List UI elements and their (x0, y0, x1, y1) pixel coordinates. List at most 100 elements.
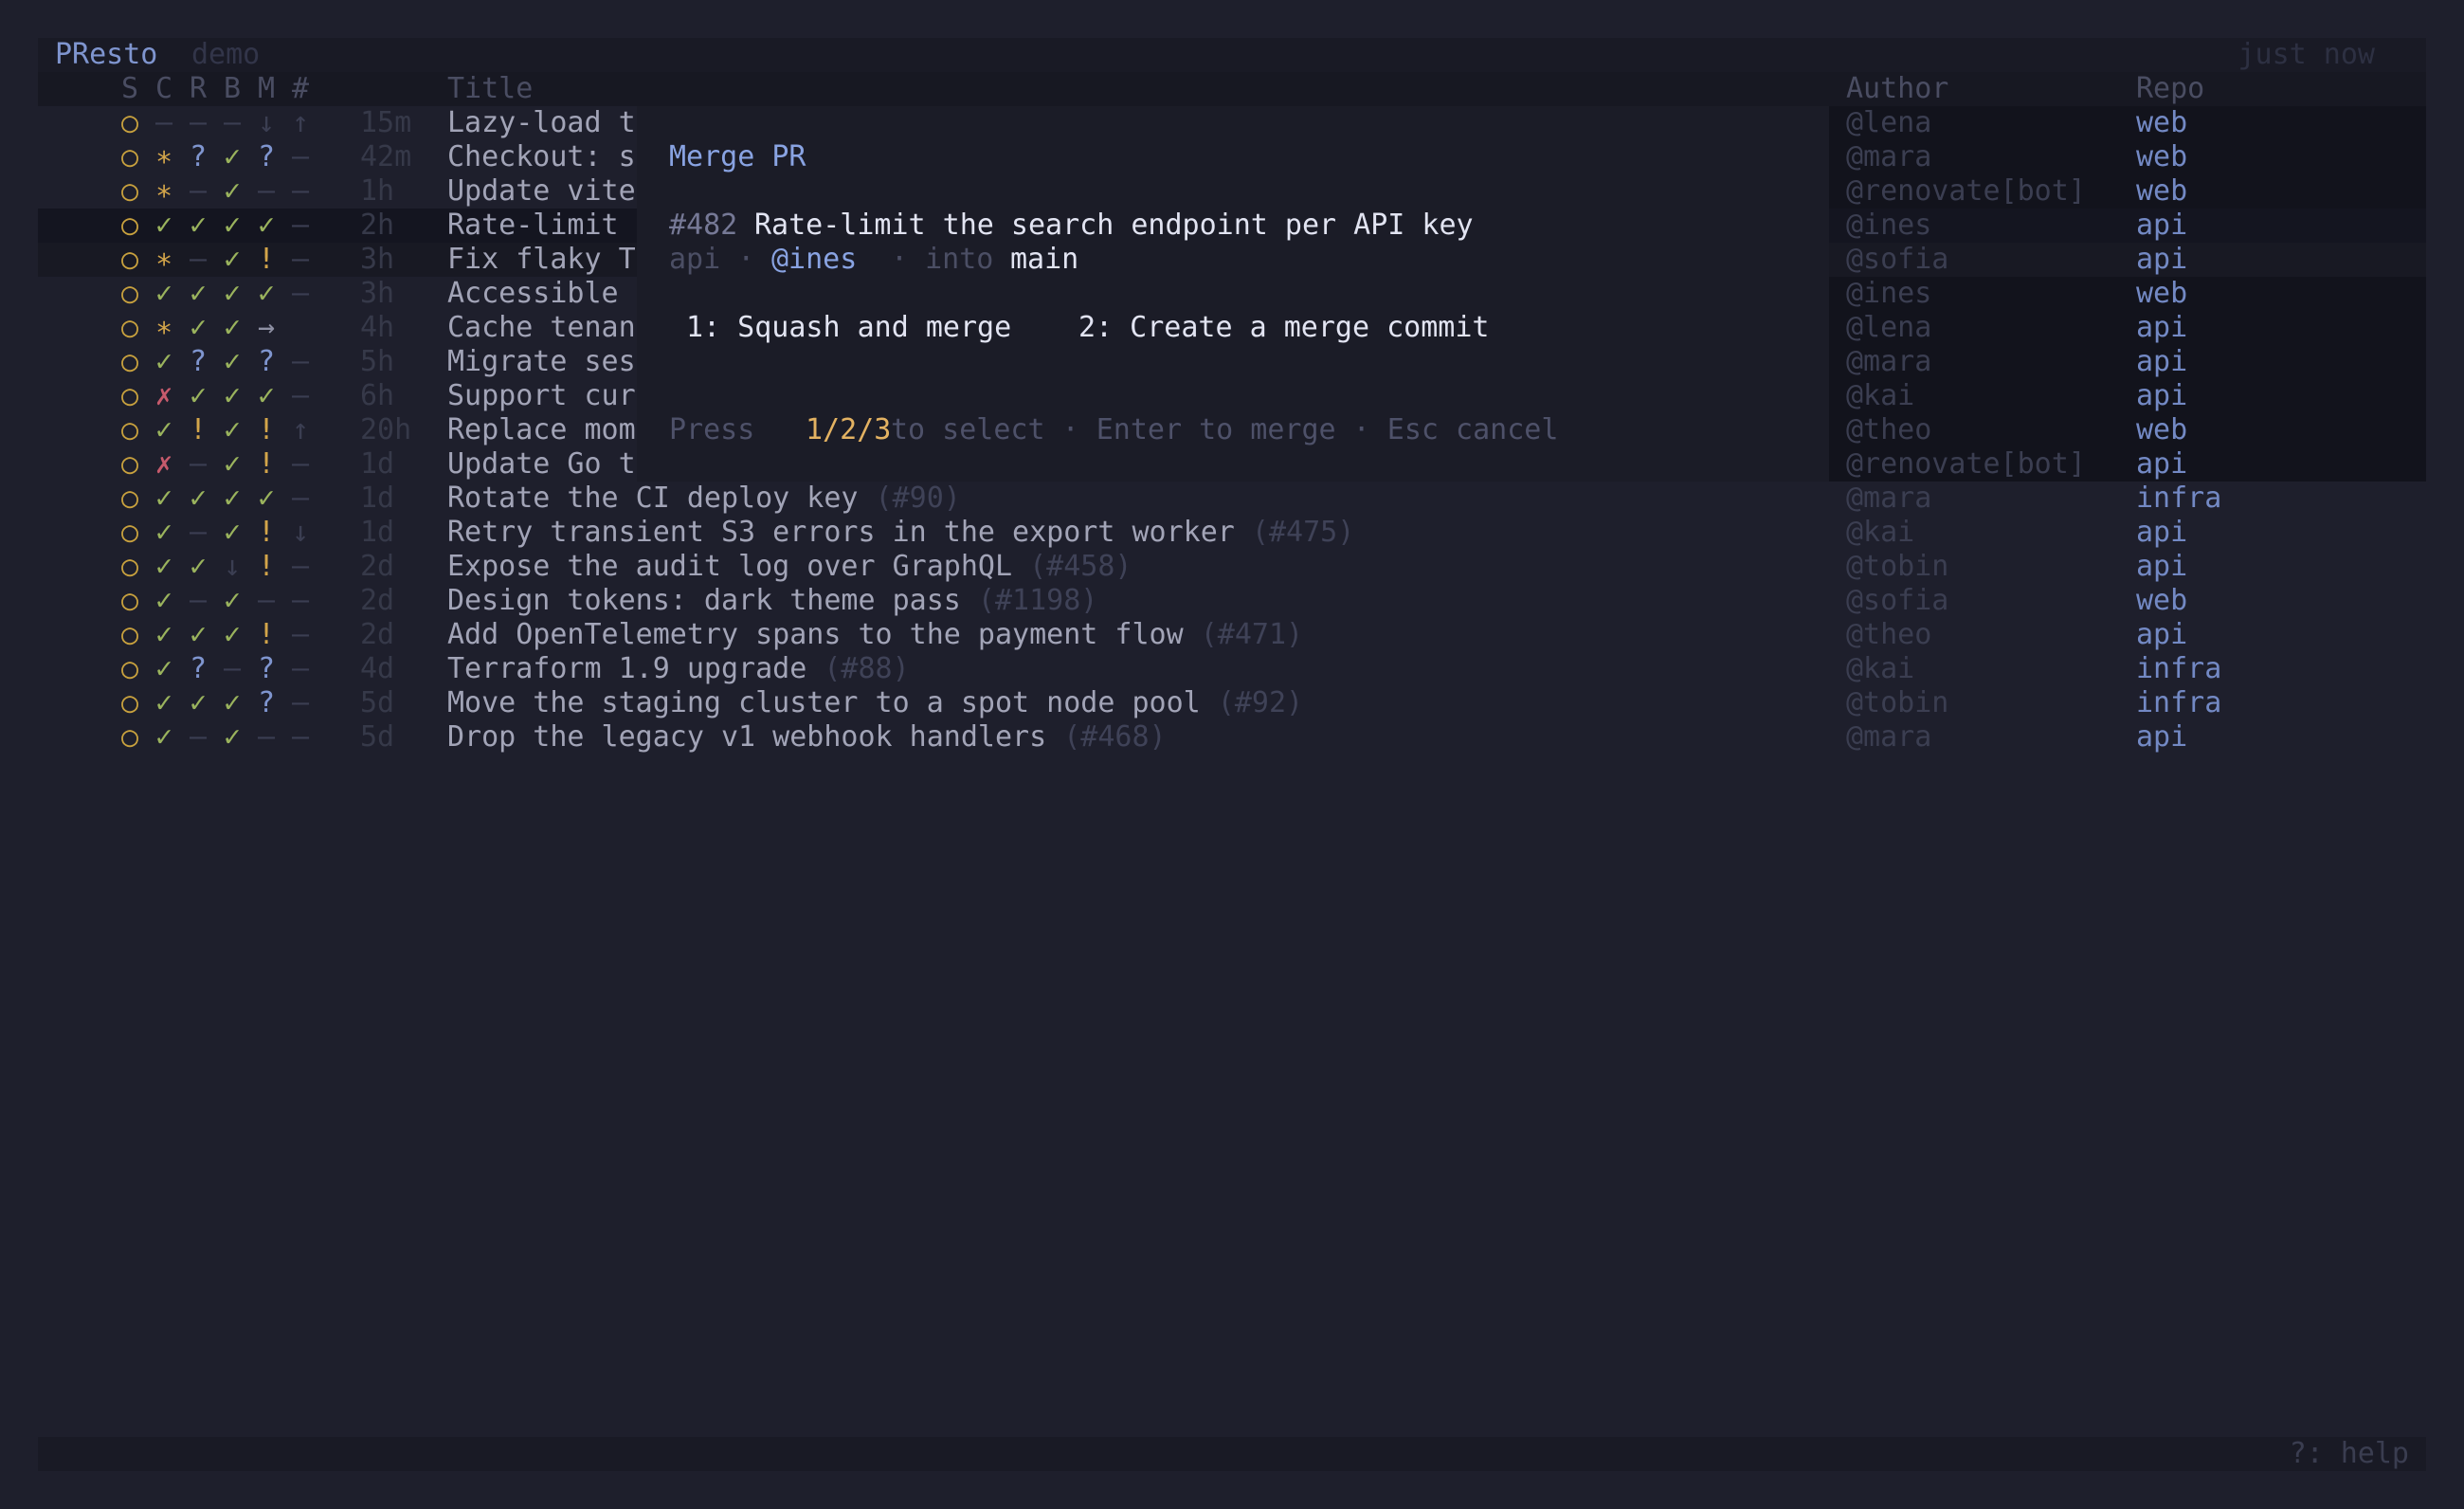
top-bar: PResto demo just now (38, 38, 2426, 72)
col-status[interactable]: S (121, 72, 138, 106)
pr-number-text: (#90) (875, 482, 961, 515)
age-text: 4d (360, 652, 395, 685)
review-status-icon: ? (190, 345, 208, 378)
pr-title-cell: Cache tenan (447, 311, 636, 345)
review-status-icon: ! (190, 413, 208, 446)
pr-title-cell: Lazy-load t (447, 106, 636, 140)
branch-status-icon: ✓ (224, 174, 242, 208)
table-header: S C R B M # Title Author Repo (38, 72, 2426, 106)
priority-icon: ↑ (292, 106, 310, 139)
mergeable-status-icon: ✓ (258, 277, 276, 310)
table-row[interactable]: ○ ✓ – ✓ – –2d Design tokens: dark theme pass (… (38, 584, 2426, 618)
col-title[interactable]: Title (447, 72, 533, 106)
merge-dialog[interactable]: Merge PR #482 Rate-limit the search endp… (637, 106, 1829, 482)
pr-title-cell: Drop the legacy v1 webhook handlers (#46… (447, 720, 1167, 754)
branch-status-icon: ✓ (224, 345, 242, 378)
ci-status-icon: ∗ (155, 311, 173, 344)
title-text: Add OpenTelemetry spans to the payment f… (447, 618, 1184, 651)
status-icon: ○ (121, 447, 139, 481)
priority-icon: – (292, 277, 310, 310)
pr-title-cell: Checkout: s (447, 140, 636, 174)
author-cell: @tobin (1846, 686, 1949, 719)
title-text: Replace mom (447, 413, 636, 446)
branch-status-icon: ✓ (224, 720, 242, 754)
pr-title-cell: Update Go t (447, 447, 636, 482)
author-cell: @kai (1846, 652, 1915, 685)
table-row[interactable]: ○ ✓ ✓ ✓! – 2d Add OpenTelemetry spans to the p… (38, 618, 2426, 652)
priority-icon: – (292, 720, 310, 754)
help-hint[interactable]: ?: help (2290, 1437, 2409, 1471)
branch-status-icon: ✓ (224, 686, 242, 719)
mergeable-status-icon: ? (258, 652, 276, 685)
age-text: 42m (360, 140, 412, 173)
col-repo[interactable]: Repo (2136, 72, 2204, 106)
author-cell: @tobin (1846, 550, 1949, 583)
col-branch[interactable]: B (224, 72, 241, 106)
status-icon: ○ (121, 345, 139, 378)
status-icon: ○ (121, 516, 139, 549)
separator: · (891, 243, 909, 276)
pr-title-cell: Expose the audit log over GraphQL (#458) (447, 550, 1132, 584)
review-status-icon: ✓ (190, 550, 208, 583)
table-row[interactable]: ○ ✓ ✓ ✓? – 5d Move the staging cluster to a sp… (38, 686, 2426, 720)
repo-cell: infra (2136, 652, 2222, 685)
age-text: 2d (360, 618, 395, 651)
branch-status-icon: ✓ (224, 413, 242, 446)
title-text: Move the staging cluster to a spot node … (447, 686, 1201, 719)
col-mergeable[interactable]: M (258, 72, 275, 106)
author-cell: @ines (1846, 277, 1932, 310)
author-cell: @mara (1846, 140, 1932, 173)
col-author[interactable]: Author (1846, 72, 1948, 106)
pr-title-cell: Accessible (447, 277, 636, 311)
status-icon: ○ (121, 584, 139, 617)
title-text: Migrate ses (447, 345, 636, 378)
table-row[interactable]: ○ ✓? –? –4d Terraform 1.9 upgrade (#88) @kai i… (38, 652, 2426, 686)
mergeable-status-icon: ! (258, 447, 276, 481)
repo-cell: web (2136, 174, 2188, 208)
review-status-icon: – (190, 584, 208, 617)
status-icon: ○ (121, 174, 139, 208)
pr-title-cell: Terraform 1.9 upgrade (#88) (447, 652, 910, 686)
ci-status-icon: ✓ (155, 345, 173, 378)
repo-cell: web (2136, 277, 2188, 310)
pr-title-cell: Add OpenTelemetry spans to the payment f… (447, 618, 1303, 652)
col-ci[interactable]: C (155, 72, 172, 106)
ci-status-icon: ✓ (155, 277, 173, 310)
status-icon: ○ (121, 311, 139, 344)
repo-cell: web (2136, 140, 2188, 173)
app-title: PResto (55, 38, 158, 71)
table-row[interactable]: ○ ✓ – ✓ – –5d Drop the legacy v1 webhook handl… (38, 720, 2426, 754)
priority-icon: – (292, 243, 310, 276)
status-icon: ○ (121, 413, 139, 446)
merge-commit-option[interactable]: 2: Create a merge commit (1078, 311, 1489, 345)
mergeable-status-icon: ! (258, 243, 276, 276)
col-number[interactable]: # (292, 72, 309, 106)
target-branch: main (1010, 243, 1079, 276)
status-icon: ○ (121, 379, 139, 412)
branch-status-icon: ✓ (224, 140, 242, 173)
title-text: Drop the legacy v1 webhook handlers (447, 720, 1047, 754)
review-status-icon: ✓ (190, 482, 208, 515)
mergeable-status-icon: ! (258, 516, 276, 549)
status-icon: ○ (121, 209, 139, 242)
table-row[interactable]: ○ ✓ – ✓! ↓ 1d Retry transient S3 errors in the… (38, 516, 2426, 550)
ci-status-icon: ✗ (155, 447, 173, 481)
age-text: 2d (360, 550, 395, 583)
branch-status-icon: ✓ (224, 447, 242, 481)
review-status-icon: ✓ (190, 311, 208, 344)
col-review[interactable]: R (190, 72, 207, 106)
squash-merge-option[interactable]: 1: Squash and merge (686, 311, 1011, 345)
mergeable-status-icon: ✓ (258, 209, 276, 242)
priority-icon: – (292, 584, 310, 617)
into-label: · into (891, 243, 993, 277)
mergeable-status-icon: ! (258, 618, 276, 651)
pr-number-text: (#458) (1029, 550, 1132, 583)
table-row[interactable]: ○ ✓ ✓ ✓ ✓ –1d Rotate the CI deploy key (#90) @m… (38, 482, 2426, 516)
status-icon: ○ (121, 618, 139, 651)
age-text: 4h (360, 311, 395, 344)
author-cell: @lena (1846, 106, 1932, 139)
pr-author[interactable]: @ines (771, 243, 857, 277)
table-row[interactable]: ○ ✓ ✓ ↓! – 2d Expose the audit log over GraphQ… (38, 550, 2426, 584)
author-cell: @mara (1846, 720, 1932, 754)
priority-icon: – (292, 447, 310, 481)
